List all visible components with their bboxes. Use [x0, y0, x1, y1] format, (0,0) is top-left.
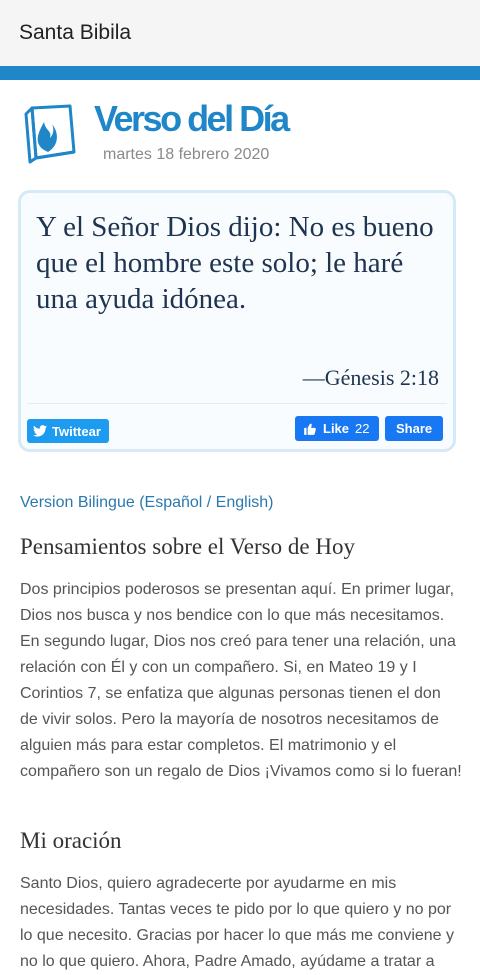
bilingual-version-link[interactable]: Version Bilingue (Español / English)	[20, 494, 273, 512]
app-title: Santa Bibila	[19, 21, 132, 44]
app-bar: Santa Bibila	[0, 0, 480, 66]
twitter-label: Twittear	[52, 423, 101, 439]
like-count: 22	[355, 421, 370, 436]
verse-text: Y el Señor Dios dijo: No es bueno que el…	[36, 211, 434, 315]
twitter-share-button[interactable]: Twittear	[27, 419, 109, 443]
thumbs-up-icon	[304, 423, 316, 435]
verse-card: Y el Señor Dios dijo: No es bueno que el…	[18, 190, 456, 452]
thoughts-heading: Pensamientos sobre el Verso de Hoy	[20, 534, 355, 559]
verse-of-day-header: Verso del Día martes 18 febrero 2020	[0, 80, 480, 184]
facebook-share-button[interactable]: Share	[385, 416, 444, 441]
page-title: Verso del Día	[94, 98, 290, 139]
card-divider	[27, 403, 447, 404]
twitter-bird-icon	[33, 425, 47, 437]
facebook-like-button[interactable]: Like 22	[295, 416, 380, 441]
verse-reference[interactable]: —Génesis 2:18	[303, 365, 439, 391]
thoughts-body: Dos principios poderosos se presentan aq…	[20, 581, 462, 780]
bible-flame-icon	[24, 104, 76, 164]
like-label: Like	[323, 421, 350, 436]
prayer-body: Santo Dios, quiero agradecerte por ayuda…	[20, 875, 455, 970]
prayer-heading: Mi oración	[20, 828, 122, 853]
verse-date: martes 18 febrero 2020	[103, 146, 270, 163]
share-label: Share	[396, 421, 433, 436]
accent-stripe	[0, 66, 480, 80]
